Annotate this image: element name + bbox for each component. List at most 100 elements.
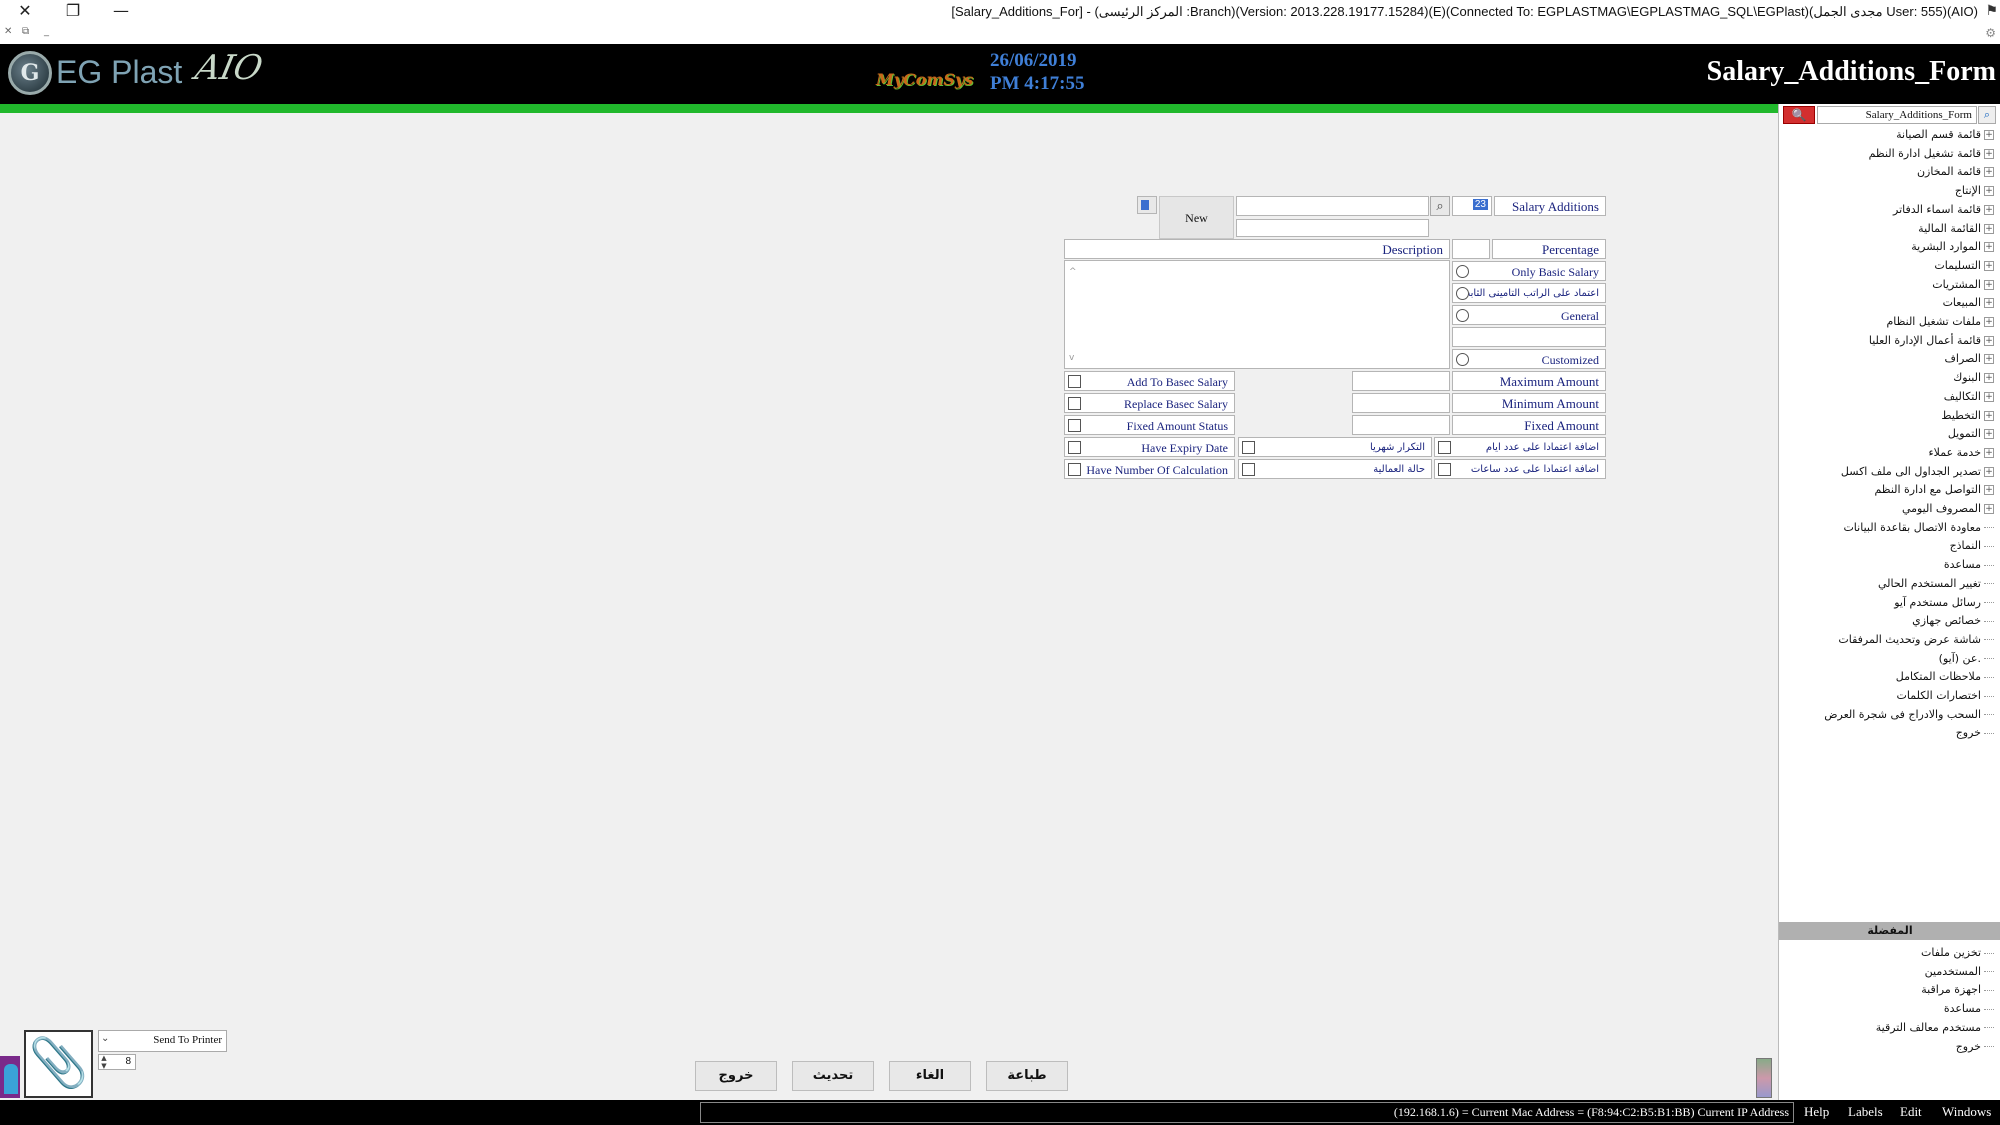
expand-icon[interactable]: + (1984, 485, 1994, 496)
tree-item[interactable]: قائمة أعمال الإدارة العليا + (1869, 334, 1994, 347)
name-field[interactable] (1236, 196, 1429, 216)
name2-field[interactable] (1236, 219, 1429, 237)
tree-item[interactable]: المشتريات + (1932, 278, 1994, 291)
close-icon[interactable]: ✕ (2, 0, 48, 24)
maximum-amount-input[interactable] (1352, 371, 1450, 391)
tree-item[interactable]: خصائص جهازي (1912, 614, 1994, 627)
copies-stepper[interactable]: ▲ ▼ (98, 1054, 110, 1070)
expand-icon[interactable]: + (1984, 466, 1994, 477)
tree-item[interactable]: عن (آيو). (1939, 652, 1994, 665)
check-by-hours[interactable]: اضافة اعتمادا على عدد ساعات (1434, 459, 1606, 479)
tree-item[interactable]: شاشة عرض وتحديث المرفقات (1838, 633, 1994, 646)
expand-icon[interactable]: + (1984, 410, 1994, 421)
printer-mode-select[interactable]: ⌄ Send To Printer (98, 1030, 227, 1052)
expand-icon[interactable]: + (1984, 335, 1994, 346)
tree-item[interactable]: التمويل + (1948, 427, 1994, 440)
expand-icon[interactable]: + (1984, 260, 1994, 271)
new-button[interactable]: New (1159, 196, 1234, 239)
scroll-up-icon[interactable]: ^ (1069, 267, 1077, 277)
favorite-item[interactable]: اجهزة مراقبة (1921, 983, 1994, 996)
expand-icon[interactable]: + (1984, 391, 1994, 402)
radio-insurance[interactable]: اعتماد على الراتب التامينى الثابت (1452, 283, 1606, 303)
menu-windows[interactable]: Windows (1942, 1104, 1991, 1120)
check-attendance-input[interactable] (1242, 463, 1255, 476)
mdi-minimize-icon[interactable]: _ (44, 26, 49, 42)
check-fixed-status-input[interactable] (1068, 419, 1081, 432)
check-by-hours-input[interactable] (1438, 463, 1451, 476)
percentage-field[interactable] (1452, 239, 1490, 259)
tree-item[interactable]: قائمة اسماء الدفاتر + (1893, 203, 1994, 216)
tree-item[interactable]: المبيعات + (1943, 296, 1994, 309)
expand-icon[interactable]: + (1984, 130, 1994, 140)
check-expiry[interactable]: Have Expiry Date (1064, 437, 1235, 457)
tree-item[interactable]: قائمة المخازن + (1917, 165, 1994, 178)
mdi-restore-icon[interactable]: ⧉ (22, 26, 29, 42)
tree-item[interactable]: خدمة عملاء + (1928, 446, 1994, 459)
check-add-basic[interactable]: Add To Basec Salary (1064, 371, 1235, 391)
tree-item[interactable]: السحب والادراج فى شجرة العرض (1824, 708, 1994, 721)
expand-icon[interactable]: + (1984, 242, 1994, 253)
tree-item[interactable]: مساعدة (1944, 558, 1994, 571)
expand-icon[interactable]: + (1984, 167, 1994, 178)
expand-icon[interactable]: + (1984, 298, 1994, 309)
nav-search-input[interactable]: Salary_Additions_Form (1817, 106, 1977, 124)
tree-item[interactable]: الموارد البشرية + (1911, 240, 1994, 253)
exit-button[interactable]: خروج (695, 1061, 777, 1091)
tree-item[interactable]: خروج (1956, 726, 1994, 739)
description-textarea[interactable]: ^ v (1064, 260, 1450, 369)
tree-item[interactable]: ملفات تشغيل النظام + (1886, 315, 1994, 328)
fixed-amount-input[interactable] (1352, 415, 1450, 435)
tree-item[interactable]: قائمة تشغيل ادارة النظم + (1869, 147, 1994, 160)
record-id-field[interactable]: 23 (1452, 196, 1492, 216)
check-replace-basic[interactable]: Replace Basec Salary (1064, 393, 1235, 413)
tree-item[interactable]: رسائل مستخدم آيو (1894, 596, 1994, 609)
find-icon[interactable]: ⌕ (1978, 106, 1996, 124)
expand-icon[interactable]: + (1984, 148, 1994, 159)
radio-customized-input[interactable] (1456, 353, 1469, 366)
radio-customized[interactable]: Customized (1452, 349, 1606, 369)
radio-general[interactable]: General (1452, 305, 1606, 325)
tree-item[interactable]: المصروف اليومي + (1902, 502, 1994, 515)
settings-icon[interactable]: ⚙ (1985, 26, 1996, 40)
mdi-close-icon[interactable]: ✕ (4, 26, 12, 42)
minimum-amount-input[interactable] (1352, 393, 1450, 413)
menu-edit[interactable]: Edit (1900, 1104, 1922, 1120)
check-monthly-input[interactable] (1242, 441, 1255, 454)
expand-icon[interactable]: + (1984, 354, 1994, 365)
favorite-item[interactable]: مساعدة (1944, 1002, 1994, 1015)
tree-item[interactable]: التكاليف + (1944, 390, 1994, 403)
favorite-item[interactable]: خروج (1956, 1040, 1994, 1053)
favorite-item[interactable]: مستخدم معالف الترقية (1876, 1021, 1994, 1034)
radio-only-basic-input[interactable] (1456, 265, 1469, 278)
tree-item[interactable]: معاودة الاتصال بقاعدة البيانات (1843, 521, 1994, 534)
check-by-days-input[interactable] (1438, 441, 1451, 454)
expand-icon[interactable]: + (1984, 373, 1994, 384)
tree-item[interactable]: التخطيط + (1941, 409, 1994, 422)
check-add-basic-input[interactable] (1068, 375, 1081, 388)
tree-item[interactable]: ملاحظات المتكامل (1896, 670, 1994, 683)
paperclip-icon[interactable]: 📎 (24, 1030, 93, 1098)
tree-item[interactable]: قائمة قسم الصيانة + (1896, 128, 1994, 141)
tree-item[interactable]: اختصارات الكلمات (1897, 689, 1994, 702)
radio-only-basic[interactable]: Only Basic Salary (1452, 261, 1606, 281)
restore-icon[interactable]: ❐ (50, 0, 96, 24)
print-button[interactable]: طباعة (986, 1061, 1068, 1091)
search-button[interactable]: 🔍 (1783, 106, 1815, 124)
tree-item[interactable]: التسليمات + (1934, 259, 1994, 272)
favorite-item[interactable]: المستخدمين (1925, 965, 1994, 978)
scroll-down-icon[interactable]: v (1069, 353, 1074, 363)
check-by-days[interactable]: اضافة اعتمادا على عدد ايام (1434, 437, 1606, 457)
tree-item[interactable]: الإنتاج + (1955, 184, 1994, 197)
check-expiry-input[interactable] (1068, 441, 1081, 454)
tree-item[interactable]: تصدير الجداول الى ملف اكسل + (1841, 465, 1994, 478)
check-replace-basic-input[interactable] (1068, 397, 1081, 410)
tree-item[interactable]: التواصل مع ادارة النظم + (1874, 483, 1994, 496)
minimize-icon[interactable]: — (98, 0, 144, 24)
tree-item[interactable]: القائمة المالية + (1918, 222, 1994, 235)
check-num-calc[interactable]: Have Number Of Calculation (1064, 459, 1235, 479)
update-button[interactable]: تحديث (792, 1061, 874, 1091)
check-fixed-status[interactable]: Fixed Amount Status (1064, 415, 1235, 435)
radio-general-input[interactable] (1456, 309, 1469, 322)
tree-item[interactable]: البنوك + (1953, 371, 1994, 384)
sidebar-toggle-icon[interactable] (1756, 1058, 1772, 1098)
